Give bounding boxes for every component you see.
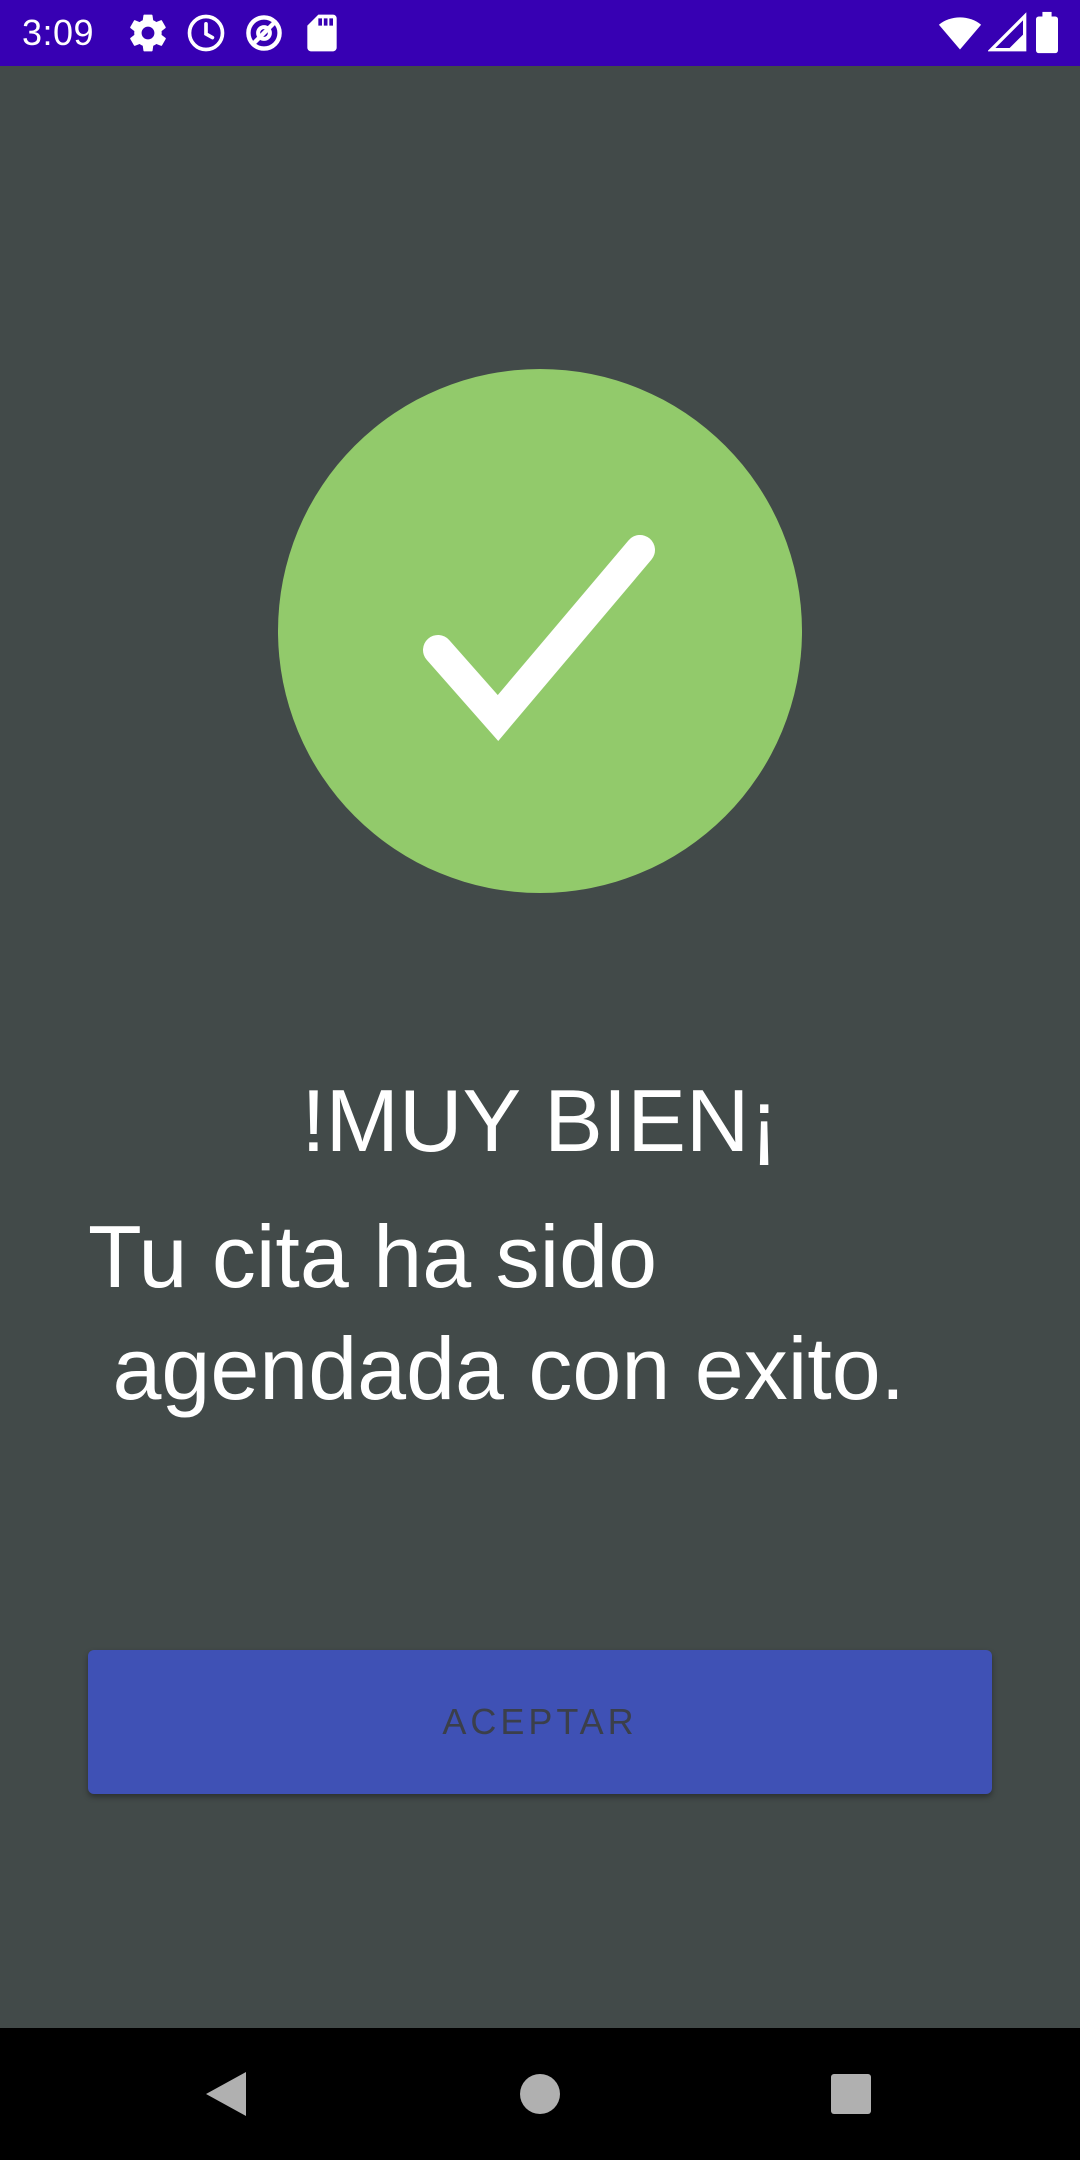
data-saver-icon — [246, 15, 282, 51]
status-icons-left — [126, 11, 344, 55]
status-bar: 3:09 — [0, 0, 1080, 66]
battery-icon — [1036, 11, 1058, 54]
navigation-bar — [0, 2028, 1080, 2160]
back-icon — [206, 2072, 246, 2116]
sd-card-icon — [307, 14, 337, 52]
settings-gear-icon — [130, 14, 166, 52]
success-headline: !MUY BIEN¡ — [301, 1071, 779, 1170]
recents-button[interactable] — [785, 2028, 917, 2160]
status-icons-right — [938, 11, 1060, 55]
wifi-icon — [938, 17, 982, 50]
clock-icon — [187, 14, 225, 52]
accept-button[interactable]: ACEPTAR — [88, 1650, 992, 1794]
success-message: Tu cita ha sido agendada con exito. — [88, 1207, 906, 1418]
home-icon — [520, 2074, 560, 2114]
cell-signal-icon — [988, 12, 1027, 52]
recents-icon — [831, 2074, 871, 2114]
status-time: 3:09 — [22, 12, 95, 53]
home-button[interactable] — [474, 2028, 606, 2160]
confirmation-screen: !MUY BIEN¡ Tu cita ha sido agendada con … — [0, 66, 1080, 2028]
check-icon — [423, 535, 655, 741]
back-button[interactable] — [160, 2028, 292, 2160]
success-circle — [278, 369, 802, 893]
